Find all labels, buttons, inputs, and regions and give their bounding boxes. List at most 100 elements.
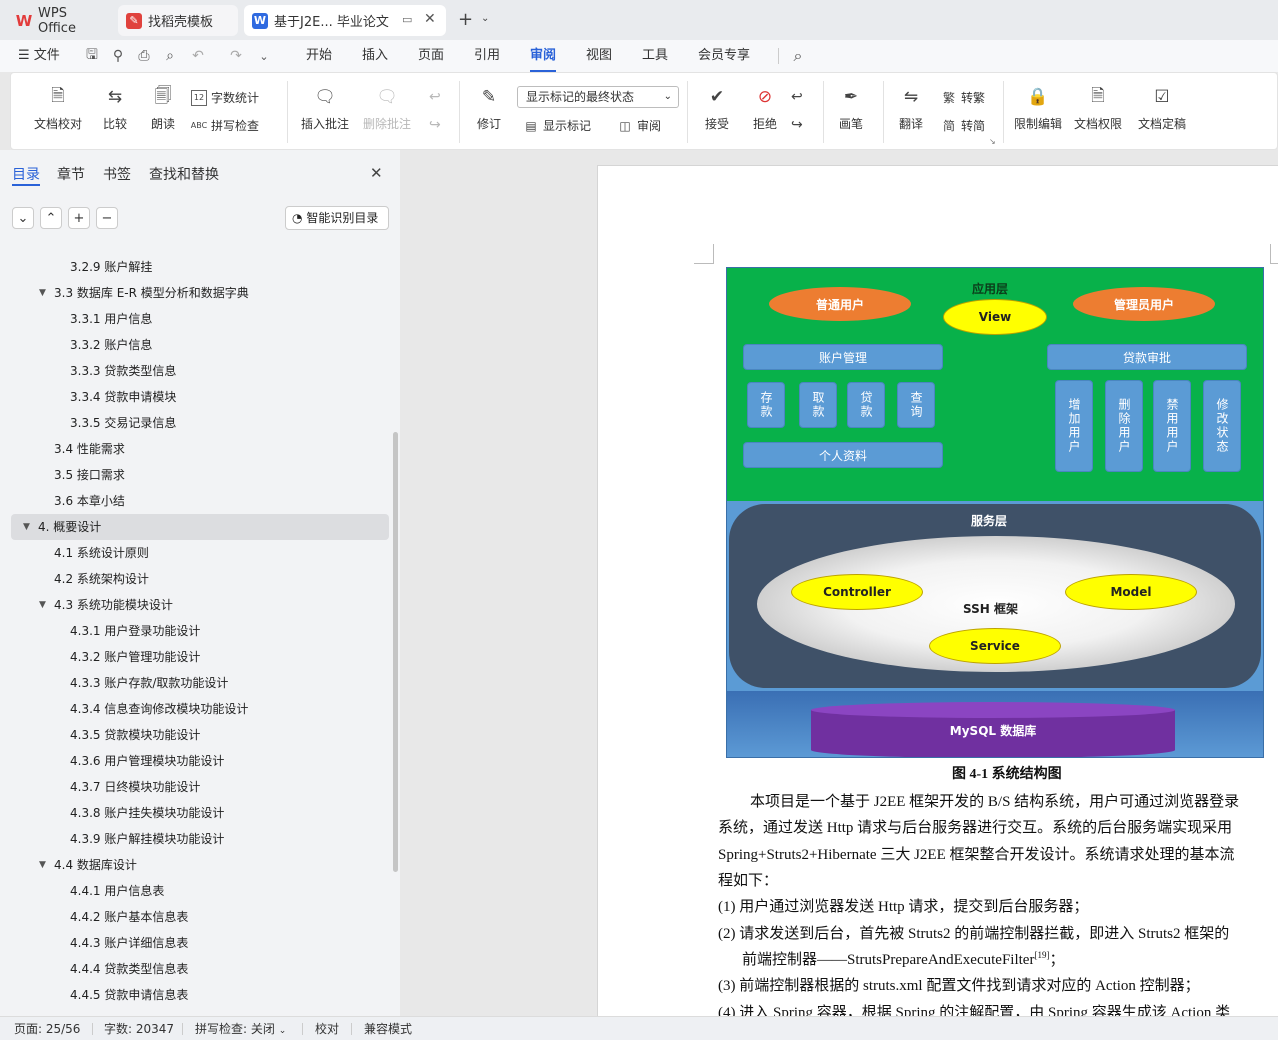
menu-item-reference[interactable]: 引用 <box>474 40 500 72</box>
collapse-toggle-icon[interactable]: ▼ <box>39 852 46 878</box>
toc-item[interactable]: 4.3.7 日终模块功能设计 <box>0 774 400 800</box>
search-icon[interactable]: ⌕ <box>788 46 808 66</box>
tab-document[interactable]: W 基于J2E... 毕业论文 ▭ ✕ <box>244 5 446 36</box>
collapse-toggle-icon[interactable]: ▼ <box>39 592 46 618</box>
detach-tab-icon[interactable]: ▭ <box>402 13 412 26</box>
add-heading-icon[interactable]: + <box>68 207 90 229</box>
review-pane-label: 审阅 <box>637 119 662 133</box>
toc-item[interactable]: ▼ 4.3 系统功能模块设计 <box>0 592 400 618</box>
smart-toc-button[interactable]: ◔ 智能识别目录 <box>285 206 389 230</box>
next-change-icon[interactable]: ↪ <box>791 117 803 133</box>
markup-state-select[interactable]: 显示标记的最终状态 ⌄ <box>517 86 679 108</box>
ink-label: 画笔 <box>838 117 863 131</box>
dialog-launcher-icon[interactable]: ↘ <box>989 137 996 146</box>
tab-list-chevron-icon[interactable]: ⌄ <box>481 13 489 24</box>
menu-item-page[interactable]: 页面 <box>418 40 444 72</box>
menu-item-member[interactable]: 会员专享 <box>698 40 750 72</box>
spell-check-button[interactable]: ABC 拼写检查 <box>191 117 259 134</box>
toc-item[interactable]: 4.4.2 账户基本信息表 <box>0 904 400 930</box>
collapse-toggle-icon[interactable]: ▼ <box>39 280 46 306</box>
print-preview-icon[interactable]: ⌕ <box>160 46 180 66</box>
toc-item[interactable]: 4.3.2 账户管理功能设计 <box>0 644 400 670</box>
toc-item[interactable]: 3.3.4 贷款申请模块 <box>0 384 400 410</box>
menu-item-insert[interactable]: 插入 <box>362 40 388 72</box>
restrict-edit-button[interactable]: 🔒 限制编辑 <box>1011 85 1065 132</box>
toc-item[interactable]: 4.3.3 账户存款/取款功能设计 <box>0 670 400 696</box>
file-menu[interactable]: ☰ 文件 <box>18 40 60 72</box>
show-markup-button[interactable]: ▤ 显示标记 <box>523 117 591 134</box>
new-tab-icon[interactable]: + <box>458 9 473 30</box>
tab-docer-templates[interactable]: ✎ 找稻壳模板 <box>118 5 238 36</box>
toc-item[interactable]: 4.4.3 账户详细信息表 <box>0 930 400 956</box>
proof-indicator[interactable]: 校对 <box>315 1017 339 1040</box>
chevron-down-icon: ⌄ <box>663 91 672 102</box>
menu-item-view[interactable]: 视图 <box>586 40 612 72</box>
close-tab-icon[interactable]: ✕ <box>424 11 436 27</box>
toc-item[interactable]: 3.5 接口需求 <box>0 462 400 488</box>
ink-button[interactable]: ✒ 画笔 <box>833 85 869 132</box>
revise-button[interactable]: ✎ 修订 <box>469 85 509 132</box>
print-icon[interactable]: ⎙ <box>134 46 154 66</box>
doc-permission-button[interactable]: 🗎 文档权限 <box>1071 85 1125 132</box>
toc-item[interactable]: 4.4.1 用户信息表 <box>0 878 400 904</box>
toc-item[interactable]: 4.3.4 信息查询修改模块功能设计 <box>0 696 400 722</box>
toc-item[interactable]: 3.3.2 账户信息 <box>0 332 400 358</box>
toc-item[interactable]: 4.3.9 账户解挂模块功能设计 <box>0 826 400 852</box>
toc-item[interactable]: 4.3.6 用户管理模块功能设计 <box>0 748 400 774</box>
toc-item[interactable]: 3.3.5 交易记录信息 <box>0 410 400 436</box>
toc-item[interactable]: 3.4 性能需求 <box>0 436 400 462</box>
close-pane-icon[interactable]: ✕ <box>370 164 383 182</box>
nav-tab-toc[interactable]: 目录 <box>12 164 40 184</box>
next-comment-icon[interactable]: ↪ <box>429 117 441 133</box>
nav-tab-chapter[interactable]: 章节 <box>57 164 85 184</box>
collapse-toggle-icon[interactable]: ▼ <box>23 514 30 540</box>
toc-item[interactable]: 4.4.4 贷款类型信息表 <box>0 956 400 982</box>
toc-item[interactable]: 3.6 本章小结 <box>0 488 400 514</box>
expand-up-icon[interactable]: ⌃ <box>40 207 62 229</box>
word-count-indicator[interactable]: 字数: 20347 <box>104 1017 174 1040</box>
translate-button[interactable]: ⇋ 翻译 <box>891 85 931 132</box>
insert-comment-button[interactable]: 🗨 插入批注 <box>299 85 351 132</box>
nav-tab-bookmark[interactable]: 书签 <box>103 164 131 184</box>
reject-button[interactable]: ⊘ 拒绝 <box>745 85 785 132</box>
toc-item[interactable]: 4.3.5 贷款模块功能设计 <box>0 722 400 748</box>
compare-button[interactable]: ⇆ 比较 <box>95 85 135 132</box>
spell-check-indicator[interactable]: 拼写检查: 关闭 ⌄ <box>195 1017 286 1040</box>
toc-item[interactable]: 3.2.9 账户解挂 <box>0 254 400 280</box>
toc-item[interactable]: 4.3.8 账户挂失模块功能设计 <box>0 800 400 826</box>
delete-comment-button[interactable]: 🗨 删除批注 <box>359 85 415 132</box>
toc-item[interactable]: ▼ 4.4 数据库设计 <box>0 852 400 878</box>
toc-item[interactable]: 4.4.5 贷款申请信息表 <box>0 982 400 1008</box>
doc-check-button[interactable]: 🗎 文档校对 <box>29 85 87 132</box>
toc-item[interactable]: 4.1 系统设计原则 <box>0 540 400 566</box>
to-traditional-button[interactable]: 繁转繁 <box>941 89 985 106</box>
tab-wps-office[interactable]: W WPS Office <box>8 5 112 36</box>
toc-item[interactable]: 3.3.3 贷款类型信息 <box>0 358 400 384</box>
toc-item[interactable]: ▼ 3.3 数据库 E-R 模型分析和数据字典 <box>0 280 400 306</box>
toc-item[interactable]: 3.3.1 用户信息 <box>0 306 400 332</box>
nav-scrollbar[interactable] <box>393 432 398 872</box>
read-aloud-button[interactable]: 🗐 朗读 <box>145 85 181 132</box>
redo-icon[interactable]: ↷ <box>226 46 246 66</box>
remove-heading-icon[interactable]: − <box>96 207 118 229</box>
accept-button[interactable]: ✔ 接受 <box>697 85 737 132</box>
menu-item-tools[interactable]: 工具 <box>642 40 668 72</box>
menu-item-review[interactable]: 审阅 <box>530 40 557 72</box>
previous-comment-icon[interactable]: ↩ <box>429 89 441 105</box>
link-icon[interactable]: ⚲ <box>108 46 128 66</box>
toc-item[interactable]: 4.3.1 用户登录功能设计 <box>0 618 400 644</box>
menu-item-start[interactable]: 开始 <box>306 40 332 72</box>
nav-tab-find-replace[interactable]: 查找和替换 <box>149 164 219 184</box>
review-pane-button[interactable]: ◫ 审阅 <box>617 117 661 134</box>
save-icon[interactable]: 🖫 <box>82 46 102 66</box>
word-count-button[interactable]: 12 字数统计 <box>191 89 259 106</box>
previous-change-icon[interactable]: ↩ <box>791 89 803 105</box>
collapse-all-icon[interactable]: ⌄ <box>12 207 34 229</box>
toc-item[interactable]: ▼ 4. 概要设计 <box>11 514 389 540</box>
quick-access-chevron-icon[interactable]: ⌄ <box>254 46 274 66</box>
toc-item[interactable]: 4.2 系统架构设计 <box>0 566 400 592</box>
doc-finalize-button[interactable]: ☑ 文档定稿 <box>1131 85 1193 132</box>
to-simplified-button[interactable]: 简转简 <box>941 117 985 134</box>
undo-icon[interactable]: ↶ <box>188 46 208 66</box>
page-indicator[interactable]: 页面: 25/56 <box>14 1017 80 1040</box>
